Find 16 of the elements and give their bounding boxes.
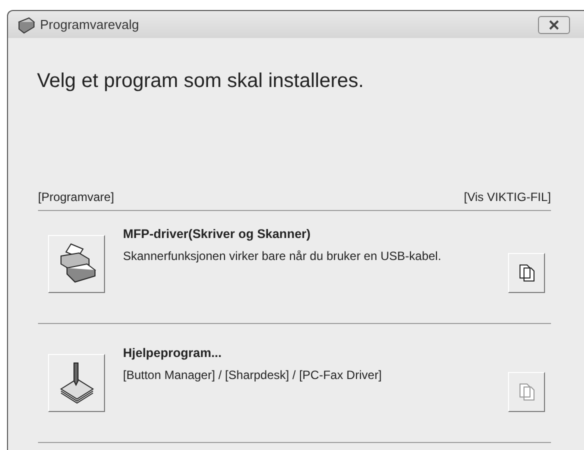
item-title: MFP-driver(Skriver og Skanner) — [123, 227, 312, 241]
app-icon — [16, 16, 36, 34]
close-icon — [548, 20, 560, 30]
readme-link[interactable]: [Vis VIKTIG-FIL] — [464, 190, 551, 204]
document-icon — [518, 264, 534, 282]
install-button[interactable] — [48, 235, 105, 293]
item-description: Skannerfunksjonen virker bare når du bruker en USB-kabel. — [123, 249, 442, 263]
window-title: Programvarevalg — [40, 17, 139, 32]
heading: Velg et program som skal installeres. — [37, 70, 365, 94]
document-icon — [518, 383, 534, 401]
document-button[interactable] — [508, 253, 545, 293]
install-button[interactable] — [48, 354, 105, 412]
item-title: Hjelpeprogram... — [123, 346, 223, 360]
item-description: [Button Manager] / [Sharpdesk] / [PC-Fax Driver] — [123, 368, 383, 382]
close-button[interactable] — [538, 16, 570, 34]
section-label: [Programvare] — [38, 190, 114, 204]
